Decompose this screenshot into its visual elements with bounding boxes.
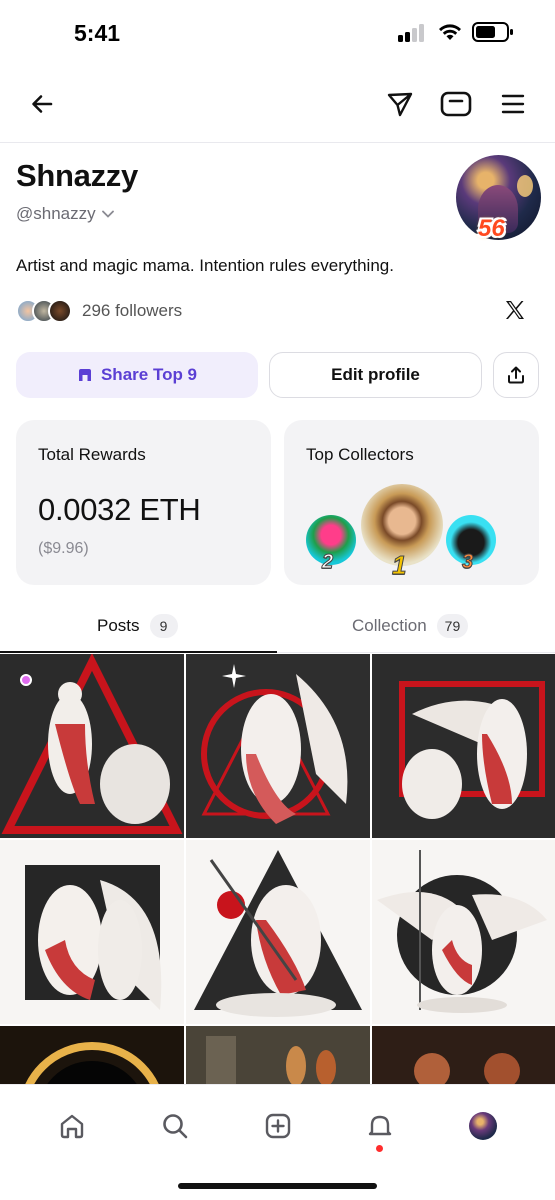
- battery-icon: [472, 22, 513, 42]
- nav-divider: [0, 142, 555, 143]
- share-top9-label: Share Top 9: [100, 365, 198, 384]
- rewards-title: Total Rewards: [38, 445, 146, 464]
- profile-tab-avatar[interactable]: [469, 1112, 497, 1140]
- tab-posts[interactable]: Posts 9: [97, 606, 178, 646]
- share-profile-button[interactable]: [493, 352, 539, 398]
- followers-count[interactable]: 296 followers: [82, 301, 182, 321]
- share-top9-button[interactable]: Share Top 9: [16, 352, 258, 398]
- streak-badge: 56: [478, 215, 505, 242]
- home-tab[interactable]: [54, 1108, 90, 1144]
- top-collectors-card[interactable]: Top Collectors 2 1 3: [284, 420, 539, 585]
- post-tile[interactable]: [186, 1026, 370, 1084]
- rewards-value: 0.0032 ETH: [38, 492, 201, 527]
- create-tab[interactable]: [260, 1108, 296, 1144]
- profile-name: Shnazzy: [16, 158, 138, 193]
- back-button[interactable]: [24, 86, 60, 122]
- hamburger-icon: [501, 94, 525, 114]
- collector-rank-1: 1: [391, 550, 407, 581]
- post-tile[interactable]: [372, 654, 555, 838]
- collector-rank-2: 2: [321, 551, 334, 574]
- post-tile[interactable]: [0, 840, 184, 1024]
- artwork-image: [186, 654, 370, 838]
- post-tile[interactable]: [372, 1026, 555, 1084]
- tab-posts-count: 9: [149, 614, 178, 638]
- artwork-image: [0, 840, 184, 1024]
- artwork-image: [372, 1026, 555, 1084]
- bell-icon: [368, 1115, 392, 1136]
- artwork-image: [372, 840, 555, 1024]
- tab-collection[interactable]: Collection 79: [352, 606, 469, 646]
- share-dm-button[interactable]: [382, 86, 418, 122]
- follower-avatars[interactable]: [16, 299, 74, 323]
- frame-button[interactable]: [438, 86, 474, 122]
- tab-collection-label: Collection: [352, 616, 427, 635]
- post-tile[interactable]: [186, 840, 370, 1024]
- post-tile[interactable]: [0, 1026, 184, 1084]
- notification-dot: [376, 1145, 383, 1152]
- search-tab[interactable]: [157, 1108, 193, 1144]
- profile-handle[interactable]: @shnazzy: [16, 204, 114, 224]
- wifi-icon: [439, 24, 461, 40]
- multi-edition-badge: [20, 674, 32, 686]
- profile-bio: Artist and magic mama. Intention rules e…: [16, 256, 394, 275]
- collector-rank-3: 3: [461, 551, 474, 574]
- artwork-image: [0, 654, 184, 838]
- follower-avatar: [48, 299, 72, 323]
- search-icon: [163, 1114, 188, 1139]
- followers-row: 296 followers: [16, 296, 539, 326]
- collectors-title: Top Collectors: [306, 445, 414, 464]
- x-twitter-icon[interactable]: [503, 298, 527, 322]
- rounded-square-icon: [440, 91, 472, 117]
- home-icon: [60, 1114, 84, 1139]
- chevron-down-icon: [101, 210, 114, 218]
- paper-plane-icon: [387, 92, 413, 117]
- post-tile[interactable]: [372, 840, 555, 1024]
- artwork-image: [0, 1026, 184, 1084]
- cellular-signal-icon: [398, 24, 428, 42]
- menu-button[interactable]: [495, 86, 531, 122]
- artwork-image: [372, 654, 555, 838]
- artwork-image: [186, 1026, 370, 1084]
- tab-collection-count: 79: [436, 614, 469, 638]
- artwork-image: [186, 840, 370, 1024]
- status-bar: 5:41: [0, 0, 555, 64]
- upload-icon: [508, 366, 524, 384]
- home-indicator: [178, 1183, 377, 1189]
- tab-posts-label: Posts: [97, 616, 140, 635]
- total-rewards-card[interactable]: Total Rewards 0.0032 ETH ($9.96): [16, 420, 271, 585]
- notifications-tab[interactable]: [362, 1108, 398, 1144]
- rewards-usd: ($9.96): [38, 540, 89, 557]
- edit-profile-label: Edit profile: [331, 365, 420, 384]
- plus-square-icon: [265, 1113, 291, 1139]
- status-time: 5:41: [74, 20, 121, 46]
- profile-tabs: Posts 9 Collection 79: [0, 606, 555, 652]
- arrow-left-icon: [32, 95, 53, 113]
- post-tile[interactable]: [186, 654, 370, 838]
- handle-text: @shnazzy: [16, 204, 96, 223]
- active-tab-indicator: [0, 651, 277, 653]
- top-nav: [0, 76, 555, 132]
- post-tile[interactable]: [0, 654, 184, 838]
- edit-profile-button[interactable]: Edit profile: [269, 352, 482, 398]
- top9-icon: [78, 369, 91, 381]
